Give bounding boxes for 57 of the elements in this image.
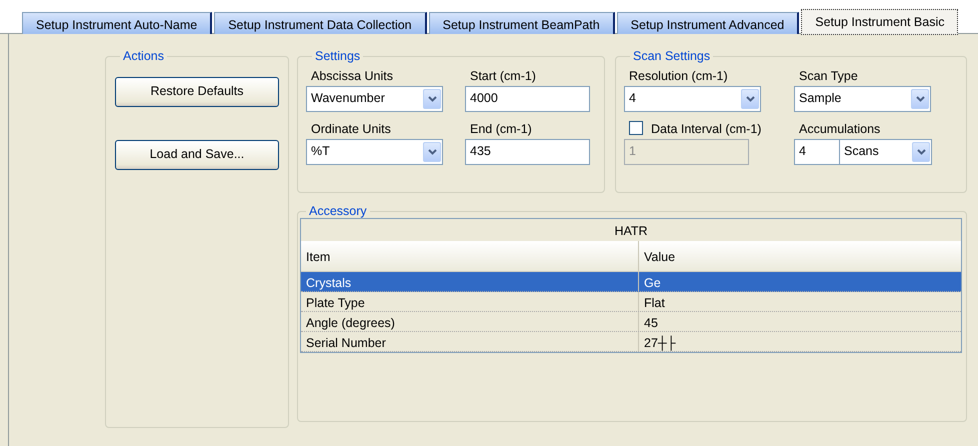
dropdown-value: Wavenumber [311, 90, 385, 108]
field-label: Abscissa Units [310, 68, 394, 84]
table-cell-text: Flat [643, 294, 666, 310]
field-label: End (cm-1) [469, 120, 533, 138]
dropdown-button[interactable] [911, 88, 929, 108]
text-field[interactable]: 4 [794, 138, 840, 164]
table-row[interactable]: Serial Number 27┼├ [301, 332, 961, 352]
field-label: Start (cm-1) [469, 68, 537, 85]
dropdown-button[interactable] [912, 142, 930, 162]
dropdown-value: Sample [799, 90, 842, 108]
table-row[interactable]: Plate Type Flat [301, 292, 961, 312]
chevron-down-icon [746, 96, 754, 102]
table-cell: Crystals [301, 272, 639, 290]
dropdown-field[interactable]: %T [306, 138, 443, 164]
table-cell: Serial Number [301, 332, 639, 350]
chevron-down-icon [428, 96, 436, 102]
table-cell-text: 27┼├ [643, 334, 677, 350]
action-button[interactable]: Load and Save... [115, 140, 279, 170]
table-row[interactable]: Crystals Ge [301, 272, 961, 292]
dropdown-value: 4 [629, 90, 636, 108]
field-label: Ordinate Units [310, 120, 392, 138]
table-caption: HATR [301, 218, 961, 240]
group-title: Settings [314, 50, 362, 62]
dropdown-value: Scans [844, 143, 879, 160]
tab[interactable]: Setup Instrument Basic [801, 9, 958, 35]
tab[interactable]: Setup Instrument Data Collection [214, 12, 427, 34]
table-cell: Plate Type [301, 292, 639, 310]
dropdown-button[interactable] [741, 88, 759, 108]
dropdown-button[interactable] [423, 142, 441, 162]
table-cell: Angle (degrees) [301, 312, 639, 330]
group-title: Accessory [308, 205, 368, 218]
field-label: Data Interval (cm-1) [651, 122, 762, 136]
table-row[interactable]: Angle (degrees) 45 [301, 312, 961, 332]
text-field[interactable]: 435 [465, 138, 590, 164]
dropdown-field[interactable]: Sample [794, 86, 931, 112]
column-header[interactable]: Item [301, 240, 639, 270]
tab[interactable]: Setup Instrument Auto-Name [22, 12, 212, 34]
dropdown-button[interactable] [423, 88, 441, 108]
action-button[interactable]: Restore Defaults [115, 76, 279, 106]
table-cell-text: 45 [643, 314, 659, 330]
dropdown-field[interactable]: 4 [624, 86, 761, 112]
text-field[interactable]: 4000 [465, 86, 590, 112]
field-label: Scan Type [798, 68, 859, 85]
group-title: Scan Settings [632, 50, 712, 62]
chevron-down-icon [916, 148, 926, 154]
chevron-down-icon [916, 96, 924, 102]
dropdown-field[interactable]: Wavenumber [306, 86, 443, 112]
group-title: Actions [122, 50, 165, 62]
tab[interactable]: Setup Instrument BeamPath [428, 12, 615, 34]
field-label: Accumulations [798, 120, 882, 138]
dropdown-field[interactable]: Scans [840, 138, 932, 164]
table-cell-text: Ge [643, 274, 662, 290]
tab[interactable]: Setup Instrument Advanced [616, 12, 800, 34]
field-label: Resolution (cm-1) [628, 68, 729, 85]
column-header[interactable]: Value [639, 240, 961, 270]
chevron-down-icon [428, 148, 436, 154]
dropdown-value: %T [311, 143, 330, 160]
